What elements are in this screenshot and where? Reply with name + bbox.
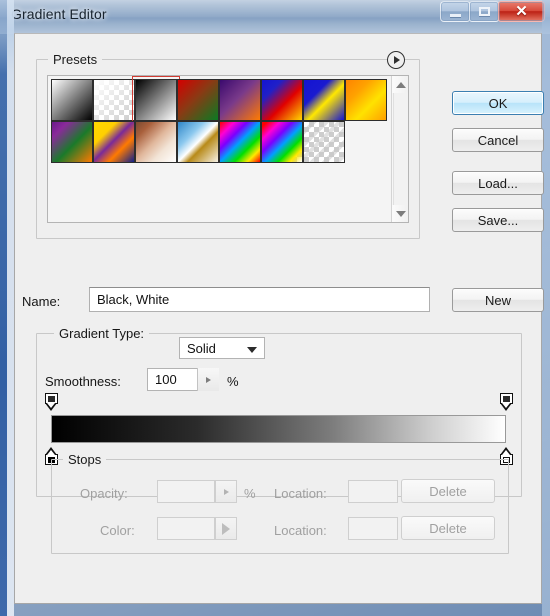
preset-swatch[interactable]: [132, 76, 180, 124]
preset-swatch[interactable]: [219, 79, 261, 121]
gradient-preview-bar[interactable]: [51, 415, 506, 443]
presets-list[interactable]: [47, 75, 409, 223]
dialog-body: Presets OK Cancel Load... Save... New Na…: [14, 33, 544, 604]
opacity-location-label: Location:: [274, 486, 327, 501]
smoothness-spinner-button[interactable]: [197, 368, 219, 391]
preset-swatch-gradient: [346, 80, 386, 120]
color-swatch-input: [157, 517, 215, 540]
smoothness-unit: %: [227, 374, 239, 389]
smoothness-label: Smoothness:: [45, 374, 121, 389]
title-bar[interactable]: Gradient Editor ✕: [0, 0, 550, 34]
preset-swatch[interactable]: [135, 121, 177, 163]
load-button[interactable]: Load...: [452, 171, 544, 195]
color-label: Color:: [100, 523, 135, 538]
preset-swatch[interactable]: [93, 79, 135, 121]
preset-menu-arrow-icon[interactable]: [387, 51, 405, 69]
preset-swatch[interactable]: [219, 121, 261, 163]
cancel-button[interactable]: Cancel: [452, 128, 544, 152]
preset-swatch-gradient: [136, 122, 176, 162]
preset-swatch[interactable]: [51, 79, 93, 121]
opacity-delete-button: Delete: [401, 479, 495, 503]
opacity-stop-handle[interactable]: [499, 393, 513, 411]
opacity-stop-swatch: [47, 396, 55, 402]
name-label: Name:: [22, 294, 61, 309]
gradient-type-group: Gradient Type: Solid Smoothness: 100 % S…: [36, 326, 522, 554]
dialog-content: Presets OK Cancel Load... Save... New Na…: [15, 34, 544, 603]
scroll-down-arrow-icon[interactable]: [392, 205, 408, 222]
preset-swatch-gradient: [220, 122, 260, 162]
color-delete-button: Delete: [401, 516, 495, 540]
preset-swatch[interactable]: [303, 121, 345, 163]
opacity-label: Opacity:: [80, 486, 128, 501]
preset-swatch-gradient: [94, 122, 134, 162]
presets-group: Presets: [36, 51, 420, 239]
color-location-input: [348, 517, 398, 540]
preset-swatch[interactable]: [177, 79, 219, 121]
preset-swatch-gradient: [178, 80, 218, 120]
opacity-spinner-button: [215, 480, 237, 503]
save-button[interactable]: Save...: [452, 208, 544, 232]
presets-group-title: Presets: [48, 52, 103, 67]
opacity-unit: %: [244, 486, 256, 501]
preset-swatch-gradient: [94, 80, 134, 120]
preset-swatch-gradient: [304, 80, 344, 120]
window-title: Gradient Editor: [11, 6, 107, 22]
window-frame-left-inner: [7, 0, 14, 616]
gradient-type-label: Gradient Type:: [54, 326, 150, 341]
opacity-stop-handle[interactable]: [44, 393, 58, 411]
preset-swatch[interactable]: [93, 121, 135, 163]
preset-swatch[interactable]: [261, 121, 303, 163]
stops-group: Stops Opacity: % Location: % Delete Colo…: [51, 452, 509, 554]
new-button[interactable]: New: [452, 288, 544, 312]
close-icon: ✕: [515, 3, 528, 20]
caption-buttons: ✕: [440, 1, 545, 25]
preset-swatch-gradient: [220, 80, 260, 120]
color-arrow-icon: [222, 522, 230, 535]
preset-swatch[interactable]: [261, 79, 303, 121]
color-picker-button: [215, 517, 237, 540]
preset-swatch-gradient: [52, 80, 92, 120]
stops-group-title: Stops: [63, 452, 107, 467]
preset-swatch-gradient: [262, 122, 302, 162]
preset-swatch-gradient: [178, 122, 218, 162]
opacity-location-input: [348, 480, 398, 503]
spinner-arrow-icon: [206, 376, 211, 383]
preset-swatches: [51, 76, 387, 163]
maximize-button[interactable]: [469, 1, 499, 22]
color-location-label: Location:: [274, 523, 327, 538]
gradient-type-value: Solid: [187, 340, 216, 356]
preset-swatch[interactable]: [303, 79, 345, 121]
minimize-button[interactable]: [440, 1, 470, 22]
close-button[interactable]: ✕: [498, 1, 545, 22]
preset-swatch-gradient: [136, 80, 176, 120]
chevron-down-icon: [247, 347, 257, 353]
preset-swatch-gradient: [262, 80, 302, 120]
opacity-stop-swatch: [502, 396, 510, 402]
ok-button[interactable]: OK: [452, 91, 544, 115]
name-input[interactable]: Black, White: [89, 287, 430, 312]
presets-scrollbar[interactable]: [391, 76, 408, 222]
preset-swatch-gradient: [52, 122, 92, 162]
preset-swatch[interactable]: [51, 121, 93, 163]
gradient-editor-window: Gradient Editor ✕ Presets OK Cancel Load…: [0, 0, 550, 616]
scrollbar-track[interactable]: [393, 93, 408, 205]
minimize-icon: [449, 13, 461, 17]
preset-swatch[interactable]: [345, 79, 387, 121]
spinner-arrow-icon: [223, 488, 229, 495]
maximize-icon: [478, 7, 490, 16]
preset-swatch-gradient: [304, 122, 344, 162]
preset-swatch[interactable]: [177, 121, 219, 163]
opacity-input: [157, 480, 215, 503]
gradient-type-select[interactable]: Solid: [179, 337, 265, 359]
scroll-up-arrow-icon[interactable]: [392, 76, 408, 93]
